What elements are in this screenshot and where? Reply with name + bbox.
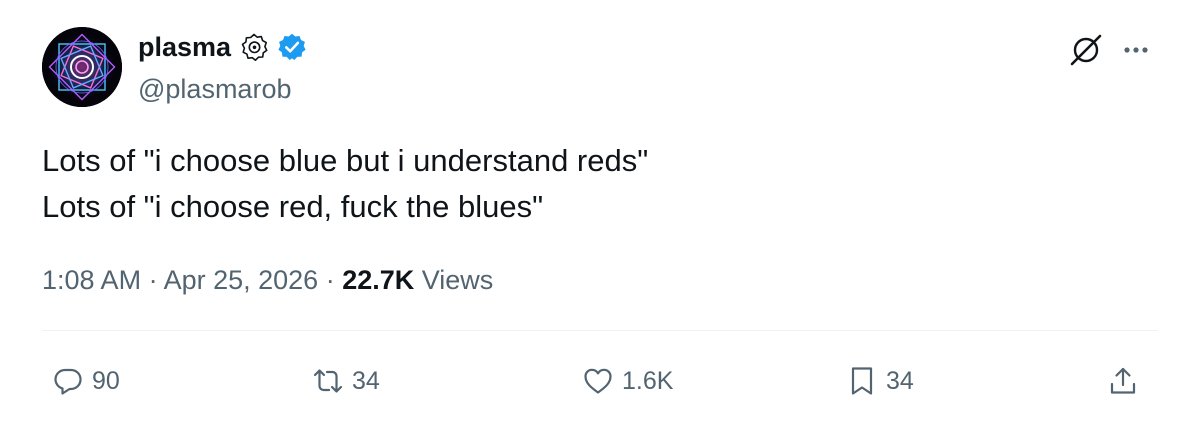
share-icon: [1110, 367, 1136, 394]
meta-separator: ·: [141, 265, 164, 295]
reply-count: 90: [92, 366, 120, 395]
author-handle[interactable]: @plasmarob: [138, 72, 291, 106]
heart-icon: [584, 368, 612, 394]
meta-separator: ·: [318, 265, 343, 295]
verified-badge-icon[interactable]: [277, 32, 307, 62]
tweet-card: plasma @plasmarob Lots of "i choose blue…: [0, 0, 1199, 426]
retweet-button[interactable]: 34: [312, 362, 380, 400]
tweet-date[interactable]: Apr 25, 2026: [164, 265, 319, 295]
views-count[interactable]: 22.7K: [342, 265, 414, 295]
tweet-line: Lots of "i choose red, fuck the blues": [42, 189, 544, 224]
avatar-image: [42, 27, 122, 107]
views-label: Views: [414, 265, 494, 295]
share-button[interactable]: [1107, 362, 1139, 400]
retweet-icon: [313, 369, 343, 393]
tweet-meta: 1:08 AM · Apr 25, 2026 · 22.7K Views: [42, 262, 493, 298]
avatar[interactable]: [42, 27, 122, 107]
reply-icon: [54, 368, 82, 395]
like-button[interactable]: 1.6K: [582, 362, 673, 400]
retweet-count: 34: [352, 366, 380, 395]
affiliation-badge-icon[interactable]: [239, 32, 269, 62]
tweet-line: Lots of "i choose blue but i understand …: [42, 143, 649, 178]
like-count: 1.6K: [622, 366, 674, 395]
bookmark-count: 34: [886, 366, 914, 395]
author-name-row: plasma: [138, 30, 307, 64]
reply-button[interactable]: 90: [52, 362, 120, 400]
grok-icon[interactable]: [1066, 30, 1106, 70]
bookmark-button[interactable]: 34: [846, 362, 914, 400]
divider: [42, 330, 1158, 331]
tweet-time[interactable]: 1:08 AM: [42, 265, 141, 295]
tweet-text: Lots of "i choose blue but i understand …: [42, 138, 1152, 230]
more-icon[interactable]: [1118, 32, 1154, 68]
bookmark-icon: [851, 367, 873, 395]
display-name[interactable]: plasma: [138, 30, 231, 64]
